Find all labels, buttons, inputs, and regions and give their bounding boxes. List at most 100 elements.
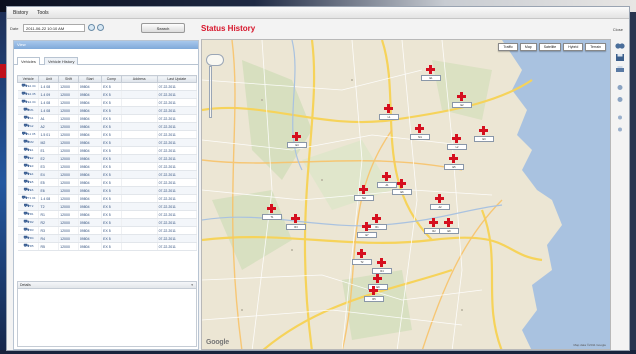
table-cell: E2 xyxy=(38,154,60,163)
column-header[interactable]: Last Update xyxy=(156,75,198,83)
table-row[interactable]: ⛟R5 R5 12000 09804 EX 5 07.22.2011 xyxy=(17,242,198,251)
table-row[interactable]: ⛟A2 A2 12000 09804 EX 5 07.22.2011 xyxy=(17,122,198,131)
map-marker[interactable]: E1 xyxy=(419,65,443,83)
red-cross-icon[interactable] xyxy=(444,218,453,227)
red-cross-icon[interactable] xyxy=(291,214,300,223)
map-marker[interactable]: E2 xyxy=(450,92,474,110)
table-cell: 07.22.2011 xyxy=(157,138,198,147)
red-cross-icon[interactable] xyxy=(479,126,488,135)
table-row[interactable]: ⛟R1 R1 12000 09804 EX 5 07.22.2011 xyxy=(17,210,198,219)
red-cross-icon[interactable] xyxy=(377,258,386,267)
map-type-traffic[interactable]: Traffic xyxy=(498,43,518,51)
print-icon[interactable] xyxy=(615,65,625,74)
map-marker[interactable]: A2 xyxy=(428,194,452,212)
details-header[interactable]: Details ▾ xyxy=(17,281,197,289)
red-cross-icon[interactable] xyxy=(384,104,393,113)
table-row[interactable]: ⛟E1 05 1.4 09 12000 09804 EX 5 07.22.2011 xyxy=(17,90,198,99)
table-cell xyxy=(121,218,158,227)
table-row[interactable]: ⛟M1 1.4 08 12000 09804 EX 5 07.22.2011 xyxy=(17,106,198,115)
red-cross-icon[interactable] xyxy=(397,179,406,188)
binoculars-icon[interactable] xyxy=(615,41,625,50)
table-cell: M2 xyxy=(38,138,60,147)
calendar-icon[interactable] xyxy=(88,24,95,31)
table-row[interactable]: ⛟T1 04 1.4 08 12000 09804 EX 5 07.22.2011 xyxy=(17,194,198,203)
table-row[interactable]: ⛟E1 04 1.4 08 12000 09804 EX 5 07.22.2011 xyxy=(17,82,198,91)
map-marker[interactable]: T1 xyxy=(260,204,284,222)
map-marker[interactable]: M1 xyxy=(408,124,432,142)
map-marker[interactable]: E8 xyxy=(437,218,461,236)
column-header[interactable]: Unit xyxy=(38,75,60,83)
red-cross-icon[interactable] xyxy=(457,92,466,101)
tab-vehicle-history[interactable]: Vehicle History xyxy=(44,57,79,65)
table-cell: ⛟M2 xyxy=(17,138,40,147)
map-marker[interactable]: E7 xyxy=(355,222,379,240)
table-row[interactable]: ⛟E1 E1 12000 09804 EX 5 07.22.2011 xyxy=(17,146,198,155)
menu-item-history[interactable]: Bistory xyxy=(13,10,28,16)
settings-icon[interactable] xyxy=(615,125,625,134)
table-row[interactable]: ⛟R4 R4 12000 09804 EX 5 07.22.2011 xyxy=(17,234,198,243)
map-marker[interactable]: L1 xyxy=(377,104,401,122)
red-cross-icon[interactable] xyxy=(292,132,301,141)
map-marker[interactable]: R5 xyxy=(362,286,386,304)
map-marker[interactable]: E4 xyxy=(285,132,309,150)
zoom-in-icon[interactable] xyxy=(615,83,625,92)
search-button[interactable]: Search xyxy=(141,23,185,33)
table-row[interactable]: ⛟E2 E2 12000 09804 EX 5 07.22.2011 xyxy=(17,154,198,163)
map-marker[interactable]: E6 xyxy=(390,179,414,197)
map-view[interactable]: Traffic Map Satellite Hybrid Terrain E1 E… xyxy=(201,39,611,350)
table-row[interactable]: ⛟E5 E5 12000 09804 EX 5 07.22.2011 xyxy=(17,178,198,187)
red-cross-icon[interactable] xyxy=(357,249,366,258)
red-cross-icon[interactable] xyxy=(267,204,276,213)
refresh-icon[interactable] xyxy=(97,24,104,31)
red-cross-icon[interactable] xyxy=(435,194,444,203)
red-cross-icon[interactable] xyxy=(369,286,378,295)
table-row[interactable]: ⛟R2 R2 12000 09804 EX 5 07.22.2011 xyxy=(17,218,198,227)
table-row[interactable]: ⛟L1 05 1.5 01 12000 09804 EX 5 07.22.2011 xyxy=(17,130,198,139)
map-marker[interactable]: E5 xyxy=(442,154,466,172)
map-type-hybrid[interactable]: Hybrid xyxy=(563,43,584,51)
pan-control[interactable] xyxy=(206,54,228,66)
column-header[interactable]: Shift xyxy=(58,75,79,83)
table-row[interactable]: ⛟T2 T2 12000 09804 EX 5 07.22.2011 xyxy=(17,202,198,211)
table-row[interactable]: ⛟E6 E6 12000 09804 EX 5 07.22.2011 xyxy=(17,186,198,195)
red-cross-icon[interactable] xyxy=(415,124,424,133)
close-link[interactable]: Close xyxy=(613,27,623,32)
zoom-slider[interactable] xyxy=(209,66,212,118)
column-header[interactable]: Vehicle xyxy=(16,75,40,83)
table-cell: R2 xyxy=(38,218,60,227)
chevron-down-icon[interactable]: ▾ xyxy=(191,282,193,289)
pan-dial-icon[interactable] xyxy=(206,54,224,66)
table-row[interactable]: ⛟E1 04 1.4 08 12000 09804 EX 5 07.22.2011 xyxy=(17,98,198,107)
map-marker[interactable]: M2 xyxy=(352,185,376,203)
tab-vehicles[interactable]: Vehicles xyxy=(17,57,40,65)
column-header[interactable]: Address xyxy=(120,75,158,83)
table-cell: A2 xyxy=(38,122,60,131)
map-marker[interactable]: R3 xyxy=(284,214,308,232)
red-cross-icon[interactable] xyxy=(359,185,368,194)
page-title: Status History xyxy=(201,24,256,33)
column-header[interactable]: Comp xyxy=(101,75,122,83)
map-marker[interactable]: L2 xyxy=(445,134,469,152)
table-row[interactable]: ⛟A1 A1 12000 09804 EX 5 07.22.2011 xyxy=(17,114,198,123)
date-field[interactable]: 2011-06-22 10:10 AM xyxy=(23,24,85,32)
table-row[interactable]: ⛟E4 E4 12000 09804 EX 5 07.22.2011 xyxy=(17,170,198,179)
table-cell: EX 5 xyxy=(101,218,122,227)
map-type-terrain[interactable]: Terrain xyxy=(585,43,606,51)
layers-icon[interactable] xyxy=(615,113,625,122)
table-row[interactable]: ⛟E3 E3 12000 09804 EX 5 07.22.2011 xyxy=(17,162,198,171)
table-row[interactable]: ⛟M2 M2 12000 09804 EX 5 07.22.2011 xyxy=(17,138,198,147)
red-cross-icon[interactable] xyxy=(362,222,371,231)
red-cross-icon[interactable] xyxy=(449,154,458,163)
map-type-map[interactable]: Map xyxy=(519,43,537,51)
table-row[interactable]: ⛟R3 R3 12000 09804 EX 5 07.22.2011 xyxy=(17,226,198,235)
red-cross-icon[interactable] xyxy=(373,274,382,283)
save-icon[interactable] xyxy=(615,53,625,62)
column-header[interactable]: Start xyxy=(77,75,103,83)
map-type-satellite[interactable]: Satellite xyxy=(538,43,562,51)
zoom-out-icon[interactable] xyxy=(615,95,625,104)
red-cross-icon[interactable] xyxy=(426,65,435,74)
table-cell: EX 5 xyxy=(101,186,122,195)
menu-item-tools[interactable]: Tools xyxy=(37,10,49,16)
red-cross-icon[interactable] xyxy=(452,134,461,143)
map-marker[interactable]: E3 xyxy=(472,126,496,144)
